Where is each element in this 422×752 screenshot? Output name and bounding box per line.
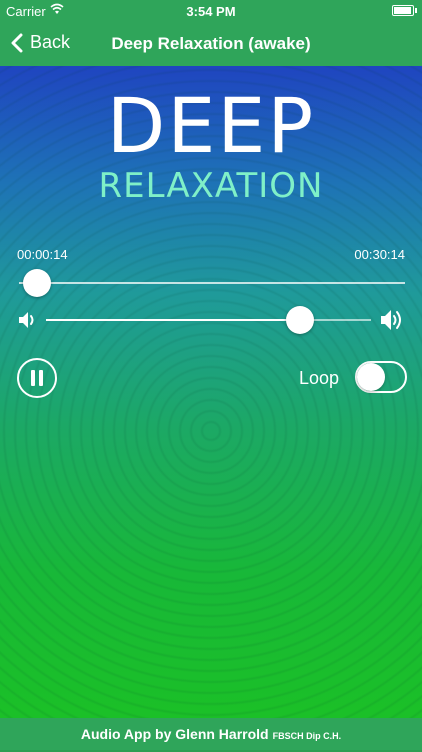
volume-slider-fill	[46, 319, 300, 321]
volume-slider-track[interactable]	[46, 319, 371, 321]
page-title: Deep Relaxation (awake)	[111, 34, 311, 53]
artwork-subtitle: RELAXATION	[98, 166, 324, 206]
artwork-title: DEEP	[106, 81, 316, 170]
footer-qualifications: FBSCH Dip C.H.	[272, 731, 342, 741]
pause-button[interactable]	[17, 358, 57, 398]
footer-credit: Audio App by Glenn Harrold	[80, 726, 269, 742]
status-bar: Carrier 3:54 PM	[0, 0, 422, 22]
progress-slider-track[interactable]	[19, 282, 405, 284]
status-time: 3:54 PM	[186, 4, 236, 19]
battery-icon	[392, 5, 417, 16]
total-time: 00:30:14	[354, 247, 405, 262]
progress-slider-thumb[interactable]	[23, 269, 52, 297]
loop-toggle-knob	[357, 363, 385, 391]
volume-high-icon	[381, 310, 401, 330]
footer-credit-bar: Audio App by Glenn Harrold FBSCH Dip C.H.	[0, 718, 422, 750]
pause-icon-bar	[39, 370, 43, 386]
loop-label: Loop	[299, 368, 340, 388]
pause-icon	[31, 370, 35, 386]
volume-slider-thumb[interactable]	[285, 306, 314, 334]
elapsed-time: 00:00:14	[17, 247, 68, 262]
navigation-bar: Back Deep Relaxation (awake)	[0, 22, 422, 66]
top-bar: Carrier 3:54 PM Back Deep Relaxation (aw…	[0, 0, 422, 66]
player-panel: DEEP RELAXATION 00:00:14 00:30:14 Loop	[0, 66, 422, 718]
volume-low-icon	[19, 312, 34, 328]
loop-toggle[interactable]	[355, 361, 407, 393]
